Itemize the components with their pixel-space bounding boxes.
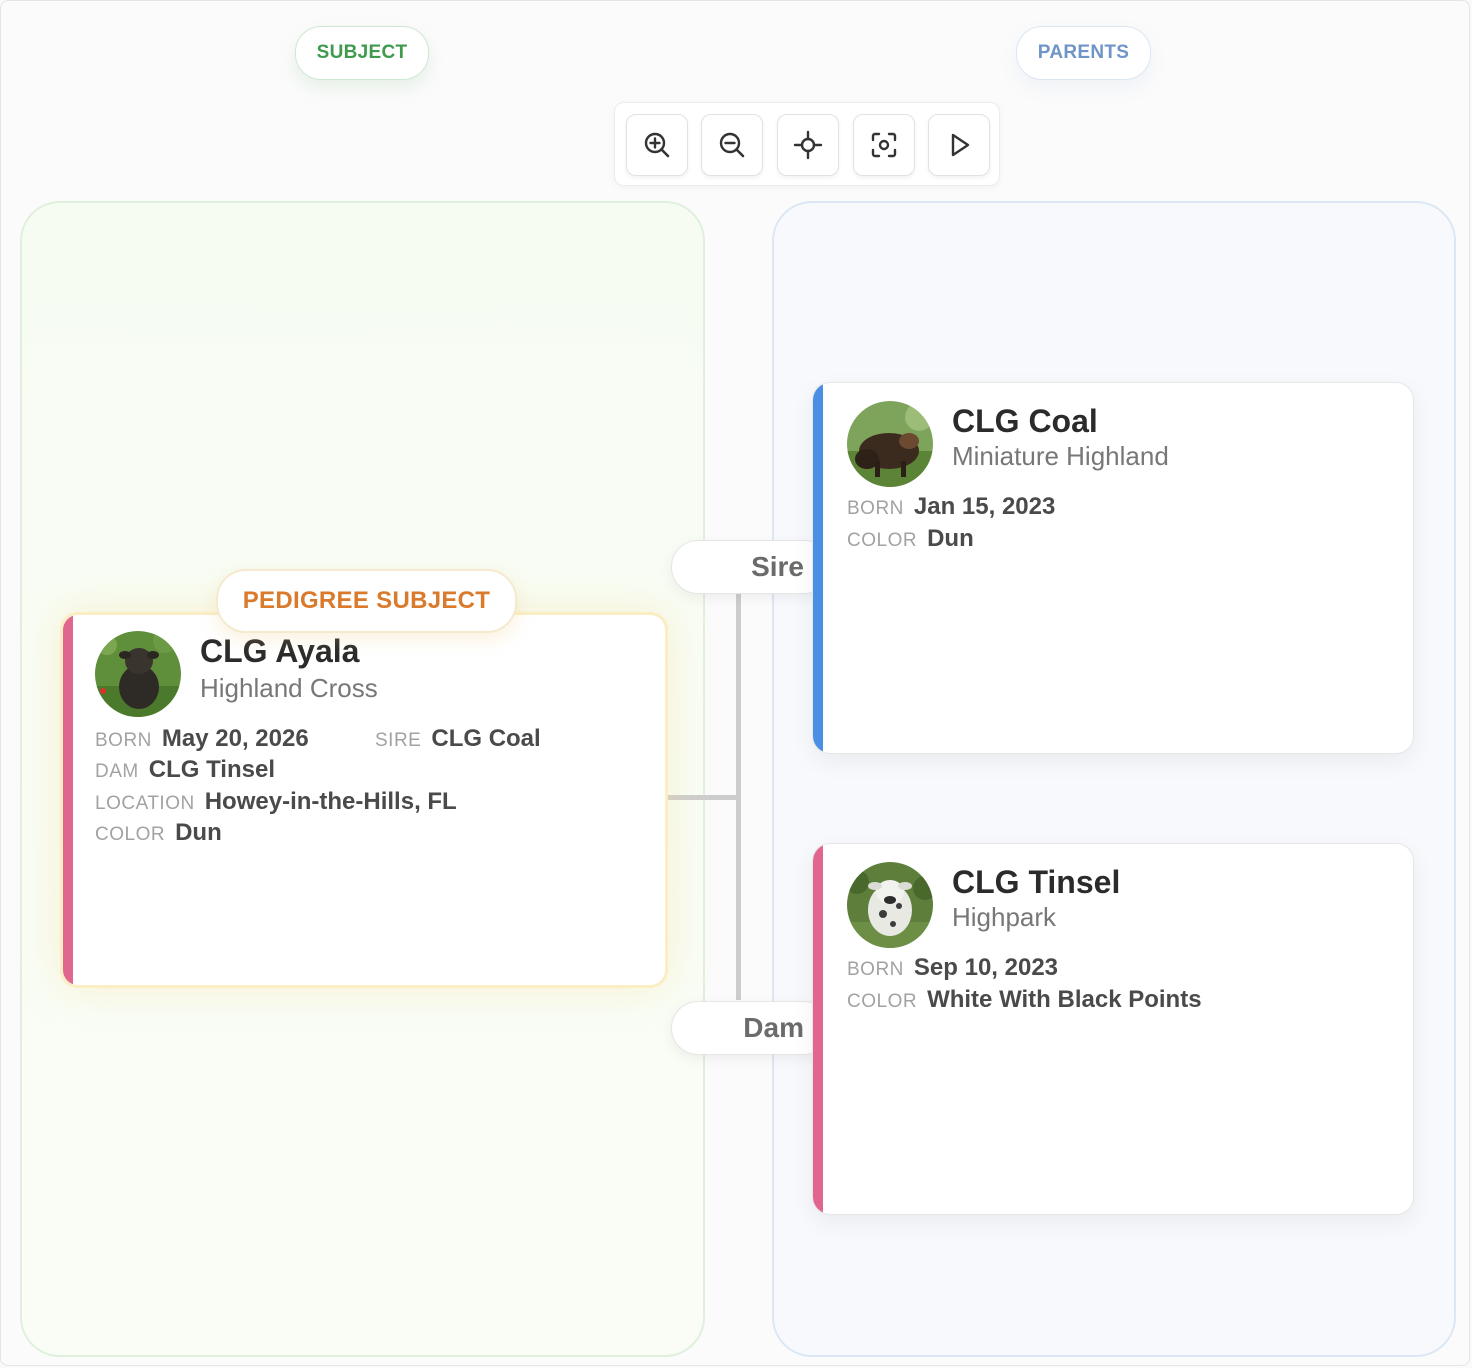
dam-label: DAM	[95, 761, 139, 782]
fit-screen-button[interactable]	[853, 114, 915, 176]
subject-breed: Highland Cross	[200, 673, 378, 703]
color-label: COLOR	[95, 824, 166, 845]
subject-born-field: BORN May 20, 2026	[95, 725, 309, 753]
born-value: Jan 15, 2023	[913, 493, 1056, 520]
zoom-in-button[interactable]	[626, 114, 688, 176]
sire-relation-pill: Sire	[671, 540, 831, 594]
sire-label: SIRE	[375, 730, 422, 751]
dam-relation-pill: Dam	[671, 1001, 831, 1055]
dam-avatar	[847, 862, 933, 948]
zoom-out-button[interactable]	[701, 114, 763, 176]
subject-avatar	[95, 631, 181, 717]
born-label: BORN	[847, 498, 904, 519]
sire-breed: Miniature Highland	[952, 441, 1169, 471]
location-label: LOCATION	[95, 793, 195, 814]
subject-card[interactable]: CLG Ayala Highland Cross BORN May 20, 202…	[60, 612, 668, 988]
subject-column-label: SUBJECT	[295, 26, 429, 80]
subject-connector-horizontal	[664, 795, 741, 800]
sire-avatar	[847, 401, 933, 487]
born-value: May 20, 2026	[161, 725, 309, 752]
color-value: Dun	[927, 525, 974, 552]
dam-color-field: COLOR White With Black Points	[847, 986, 1202, 1014]
dam-value: CLG Tinsel	[148, 756, 275, 783]
sire-name: CLG Coal	[952, 403, 1098, 439]
subject-dam-field: DAM CLG Tinsel	[95, 756, 275, 784]
location-value: Howey-in-the-Hills, FL	[204, 788, 457, 815]
subject-name: CLG Ayala	[200, 633, 360, 669]
pedigree-subject-badge: PEDIGREE SUBJECT	[216, 569, 517, 633]
subject-card-accent	[63, 615, 73, 985]
sire-born-field: BORN Jan 15, 2023	[847, 493, 1055, 521]
color-value: Dun	[175, 819, 222, 846]
subject-sire-field: SIRE CLG Coal	[375, 725, 541, 753]
parents-column-label: PARENTS	[1016, 26, 1151, 80]
born-label: BORN	[847, 959, 904, 980]
subject-location-field: LOCATION Howey-in-the-Hills, FL	[95, 788, 457, 816]
sire-color-field: COLOR Dun	[847, 525, 974, 553]
sire-card[interactable]: CLG Coal Miniature Highland BORN Jan 15, …	[812, 382, 1414, 754]
dam-card-accent	[813, 844, 823, 1214]
fit-screen-icon	[871, 132, 897, 158]
zoom-in-icon	[644, 132, 670, 158]
dam-name: CLG Tinsel	[952, 864, 1121, 900]
subject-color-field: COLOR Dun	[95, 819, 222, 847]
zoom-out-icon	[719, 132, 745, 158]
color-label: COLOR	[847, 530, 918, 551]
color-label: COLOR	[847, 991, 918, 1012]
play-icon	[951, 133, 970, 157]
born-value: Sep 10, 2023	[913, 954, 1059, 981]
sire-card-accent	[813, 383, 823, 753]
center-view-button[interactable]	[777, 114, 839, 176]
crosshair-icon	[793, 130, 823, 160]
canvas-toolbar	[614, 102, 1000, 186]
dam-breed: Highpark	[952, 902, 1057, 932]
dam-card[interactable]: CLG Tinsel Highpark BORN Sep 10, 2023 COL…	[812, 843, 1414, 1215]
dam-born-field: BORN Sep 10, 2023	[847, 954, 1058, 982]
color-value: White With Black Points	[927, 986, 1202, 1013]
born-label: BORN	[95, 730, 152, 751]
sire-value: CLG Coal	[431, 725, 541, 752]
play-button[interactable]	[928, 114, 990, 176]
